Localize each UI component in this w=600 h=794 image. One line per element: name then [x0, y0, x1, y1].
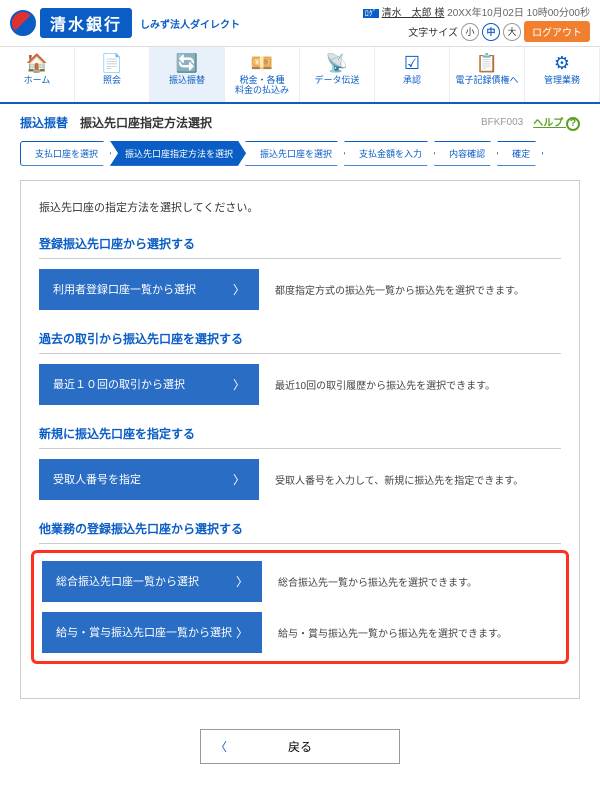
- login-badge: ﾛｸﾞ: [363, 9, 379, 18]
- nav-label: 管理業務: [527, 76, 597, 86]
- chevron-right-icon: 〉: [233, 281, 245, 298]
- option-row: 給与・賞与振込先口座一覧から選択〉給与・賞与振込先一覧から振込先を選択できます。: [42, 612, 558, 653]
- nav-item-1[interactable]: 📄 照会: [75, 47, 150, 102]
- option-desc: 受取人番号を入力して、新規に振込先を指定できます。: [275, 459, 561, 500]
- back-button[interactable]: 〈 戻る: [200, 729, 400, 764]
- nav-label: データ伝送: [302, 76, 372, 86]
- service-subtitle: しみず法人ダイレクト: [140, 16, 240, 31]
- logo: 清水銀行 しみず法人ダイレクト: [10, 8, 240, 38]
- nav-item-3[interactable]: 💴税金・各種 料金の払込み: [225, 47, 300, 102]
- option-row: 受取人番号を指定 〉 受取人番号を入力して、新規に振込先を指定できます。: [39, 459, 561, 500]
- step-3: 支払金額を入力: [344, 141, 435, 166]
- nav-label: 承認: [377, 76, 447, 86]
- option-button-0-0[interactable]: 利用者登録口座一覧から選択 〉: [39, 269, 259, 310]
- step-4: 内容確認: [434, 141, 498, 166]
- option-row: 総合振込先口座一覧から選択 〉 総合振込先一覧から振込先を選択できます。: [42, 561, 558, 602]
- logout-button[interactable]: ログアウト: [524, 21, 590, 42]
- button-label: 給与・賞与振込先口座一覧から選択: [56, 624, 232, 640]
- timestamp: 20XX年10月02日 10時00分00秒: [447, 8, 590, 19]
- nav-item-4[interactable]: 📡 データ伝送: [300, 47, 375, 102]
- user-name-link[interactable]: 清水 太郎 様: [382, 8, 445, 19]
- highlight-box: 総合振込先口座一覧から選択〉総合振込先一覧から振込先を選択できます。給与・賞与振…: [31, 550, 569, 664]
- button-label: 総合振込先口座一覧から選択: [56, 573, 199, 589]
- screen-id: BFKF003: [481, 117, 523, 128]
- option-button-1-0[interactable]: 最近１０回の取引から選択 〉: [39, 364, 259, 405]
- nav-icon: 🔄: [152, 53, 222, 74]
- step-0: 支払口座を選択: [20, 141, 111, 166]
- section-head: 過去の取引から振込先口座を選択する: [39, 330, 561, 354]
- step-indicator: 支払口座を選択振込先口座指定方法を選択振込先口座を選択支払金額を入力内容確認確定: [0, 141, 600, 180]
- option-desc: 最近10回の取引履歴から振込先を選択できます。: [275, 364, 561, 405]
- nav-icon: 📄: [77, 53, 147, 74]
- button-label: 最近１０回の取引から選択: [53, 376, 185, 392]
- option-desc: 総合振込先一覧から振込先を選択できます。: [278, 561, 558, 602]
- section-head: 他業務の登録振込先口座から選択する: [39, 520, 561, 544]
- chevron-right-icon: 〉: [233, 471, 245, 488]
- intro-text: 振込先口座の指定方法を選択してください。: [39, 199, 561, 215]
- help-icon: ?: [566, 117, 580, 131]
- chevron-right-icon: 〉: [236, 573, 248, 590]
- nav-item-7[interactable]: ⚙ 管理業務: [525, 47, 600, 102]
- step-5: 確定: [497, 141, 543, 166]
- nav-label: 税金・各種 料金の払込み: [227, 76, 297, 96]
- nav-icon: 💴: [227, 53, 297, 74]
- main-nav: 🏠ホーム📄照会🔄振込振替💴税金・各種 料金の払込み📡データ伝送☑承認📋電子記録債…: [0, 46, 600, 104]
- step-1: 振込先口座指定方法を選択: [110, 141, 246, 166]
- bank-name: 清水銀行: [40, 8, 132, 38]
- step-2: 振込先口座を選択: [245, 141, 345, 166]
- option-button-2-0[interactable]: 受取人番号を指定 〉: [39, 459, 259, 500]
- nav-item-5[interactable]: ☑ 承認: [375, 47, 450, 102]
- option-desc: 都度指定方式の振込先一覧から振込先を選択できます。: [275, 269, 561, 310]
- chevron-left-icon: 〈: [215, 738, 227, 755]
- help-link[interactable]: ヘルプ ?: [533, 114, 580, 131]
- logo-mark-icon: [10, 10, 36, 36]
- section-head: 登録振込先口座から選択する: [39, 235, 561, 259]
- nav-icon: 📡: [302, 53, 372, 74]
- chevron-right-icon: 〉: [233, 376, 245, 393]
- nav-icon: 🏠: [2, 53, 72, 74]
- section-head: 新規に振込先口座を指定する: [39, 425, 561, 449]
- page-title: 振込先口座指定方法選択: [80, 114, 212, 131]
- nav-icon: ⚙: [527, 53, 597, 74]
- font-size-large[interactable]: 大: [503, 23, 521, 41]
- button-label: 受取人番号を指定: [53, 471, 141, 487]
- nav-label: 電子記録債権へ: [452, 76, 522, 86]
- option-desc: 給与・賞与振込先一覧から振込先を選択できます。: [278, 612, 558, 653]
- option-button-3-0[interactable]: 総合振込先口座一覧から選択 〉: [42, 561, 262, 602]
- button-label: 利用者登録口座一覧から選択: [53, 281, 196, 297]
- nav-icon: ☑: [377, 53, 447, 74]
- font-size-label: 文字サイズ: [408, 24, 458, 39]
- nav-item-2[interactable]: 🔄 振込振替: [150, 47, 225, 102]
- option-row: 利用者登録口座一覧から選択 〉 都度指定方式の振込先一覧から振込先を選択できます。: [39, 269, 561, 310]
- font-size-medium[interactable]: 中: [482, 23, 500, 41]
- breadcrumb-category: 振込振替: [20, 114, 68, 131]
- nav-label: 照会: [77, 76, 147, 86]
- nav-label: 振込振替: [152, 76, 222, 86]
- nav-item-6[interactable]: 📋 電子記録債権へ: [450, 47, 525, 102]
- font-size-small[interactable]: 小: [461, 23, 479, 41]
- chevron-right-icon: 〉: [236, 624, 248, 641]
- nav-item-0[interactable]: 🏠 ホーム: [0, 47, 75, 102]
- nav-icon: 📋: [452, 53, 522, 74]
- nav-label: ホーム: [2, 76, 72, 86]
- option-button-3-1[interactable]: 給与・賞与振込先口座一覧から選択〉: [42, 612, 262, 653]
- option-row: 最近１０回の取引から選択 〉 最近10回の取引履歴から振込先を選択できます。: [39, 364, 561, 405]
